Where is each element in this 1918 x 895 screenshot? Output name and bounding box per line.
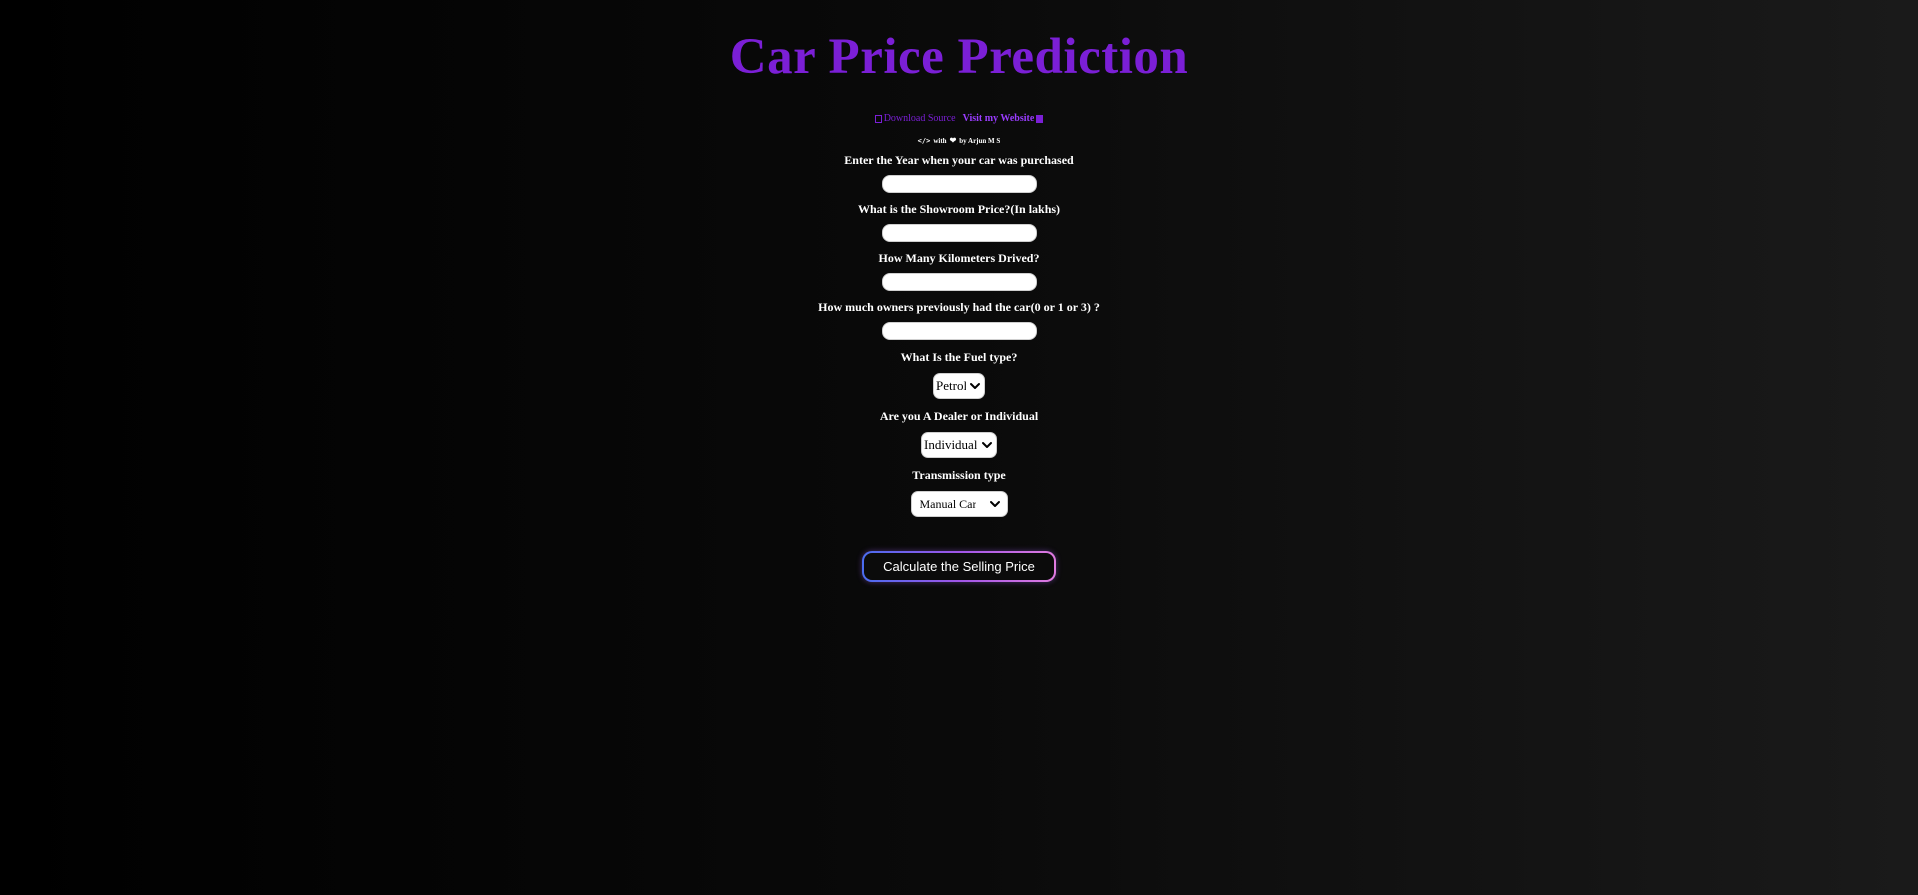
code-icon: </> <box>917 137 931 145</box>
transmission-label: Transmission type <box>912 468 1006 482</box>
chevron-down-icon <box>982 442 992 448</box>
fuel-type-select[interactable]: Petrol <box>933 373 985 399</box>
visit-website-link[interactable]: Visit my Website <box>963 112 1035 126</box>
credit-line: </> with ❤ by Arjun M S <box>918 136 1001 146</box>
showroom-price-input[interactable] <box>881 224 1037 242</box>
calculate-selling-price-button[interactable]: Calculate the Selling Price <box>862 551 1056 582</box>
links-row: Download Source Visit my Website <box>874 112 1044 126</box>
showroom-price-label: What is the Showroom Price?(In lakhs) <box>857 202 1061 216</box>
download-icon <box>874 115 882 123</box>
credit-with: with <box>933 137 947 145</box>
year-label: Enter the Year when your car was purchas… <box>844 153 1074 167</box>
chevron-down-icon <box>989 501 1000 507</box>
seller-type-label: Are you A Dealer or Individual <box>879 409 1039 423</box>
kilometers-label: How Many Kilometers Drived? <box>878 251 1040 265</box>
seller-type-value: Individual <box>924 437 978 452</box>
chevron-down-icon <box>970 383 980 389</box>
kilometers-input[interactable] <box>881 273 1037 291</box>
owners-input[interactable] <box>881 322 1037 340</box>
year-input[interactable] <box>881 175 1037 193</box>
seller-type-select[interactable]: Individual <box>921 432 997 458</box>
download-source-link[interactable]: Download Source <box>884 112 956 126</box>
owners-label: How much owners previously had the car(0… <box>818 300 1100 314</box>
page-title: Car Price Prediction <box>729 29 1189 85</box>
transmission-select[interactable]: Manual Car <box>910 491 1008 517</box>
fuel-type-label: What Is the Fuel type? <box>900 350 1018 364</box>
heart-icon: ❤ <box>949 136 957 145</box>
credit-author: by Arjun M S <box>959 137 1001 145</box>
fuel-type-value: Petrol <box>936 378 966 393</box>
page: Car Price Prediction Download Source Vis… <box>0 0 1918 895</box>
external-link-icon <box>1036 115 1044 123</box>
transmission-value: Manual Car <box>919 496 977 511</box>
